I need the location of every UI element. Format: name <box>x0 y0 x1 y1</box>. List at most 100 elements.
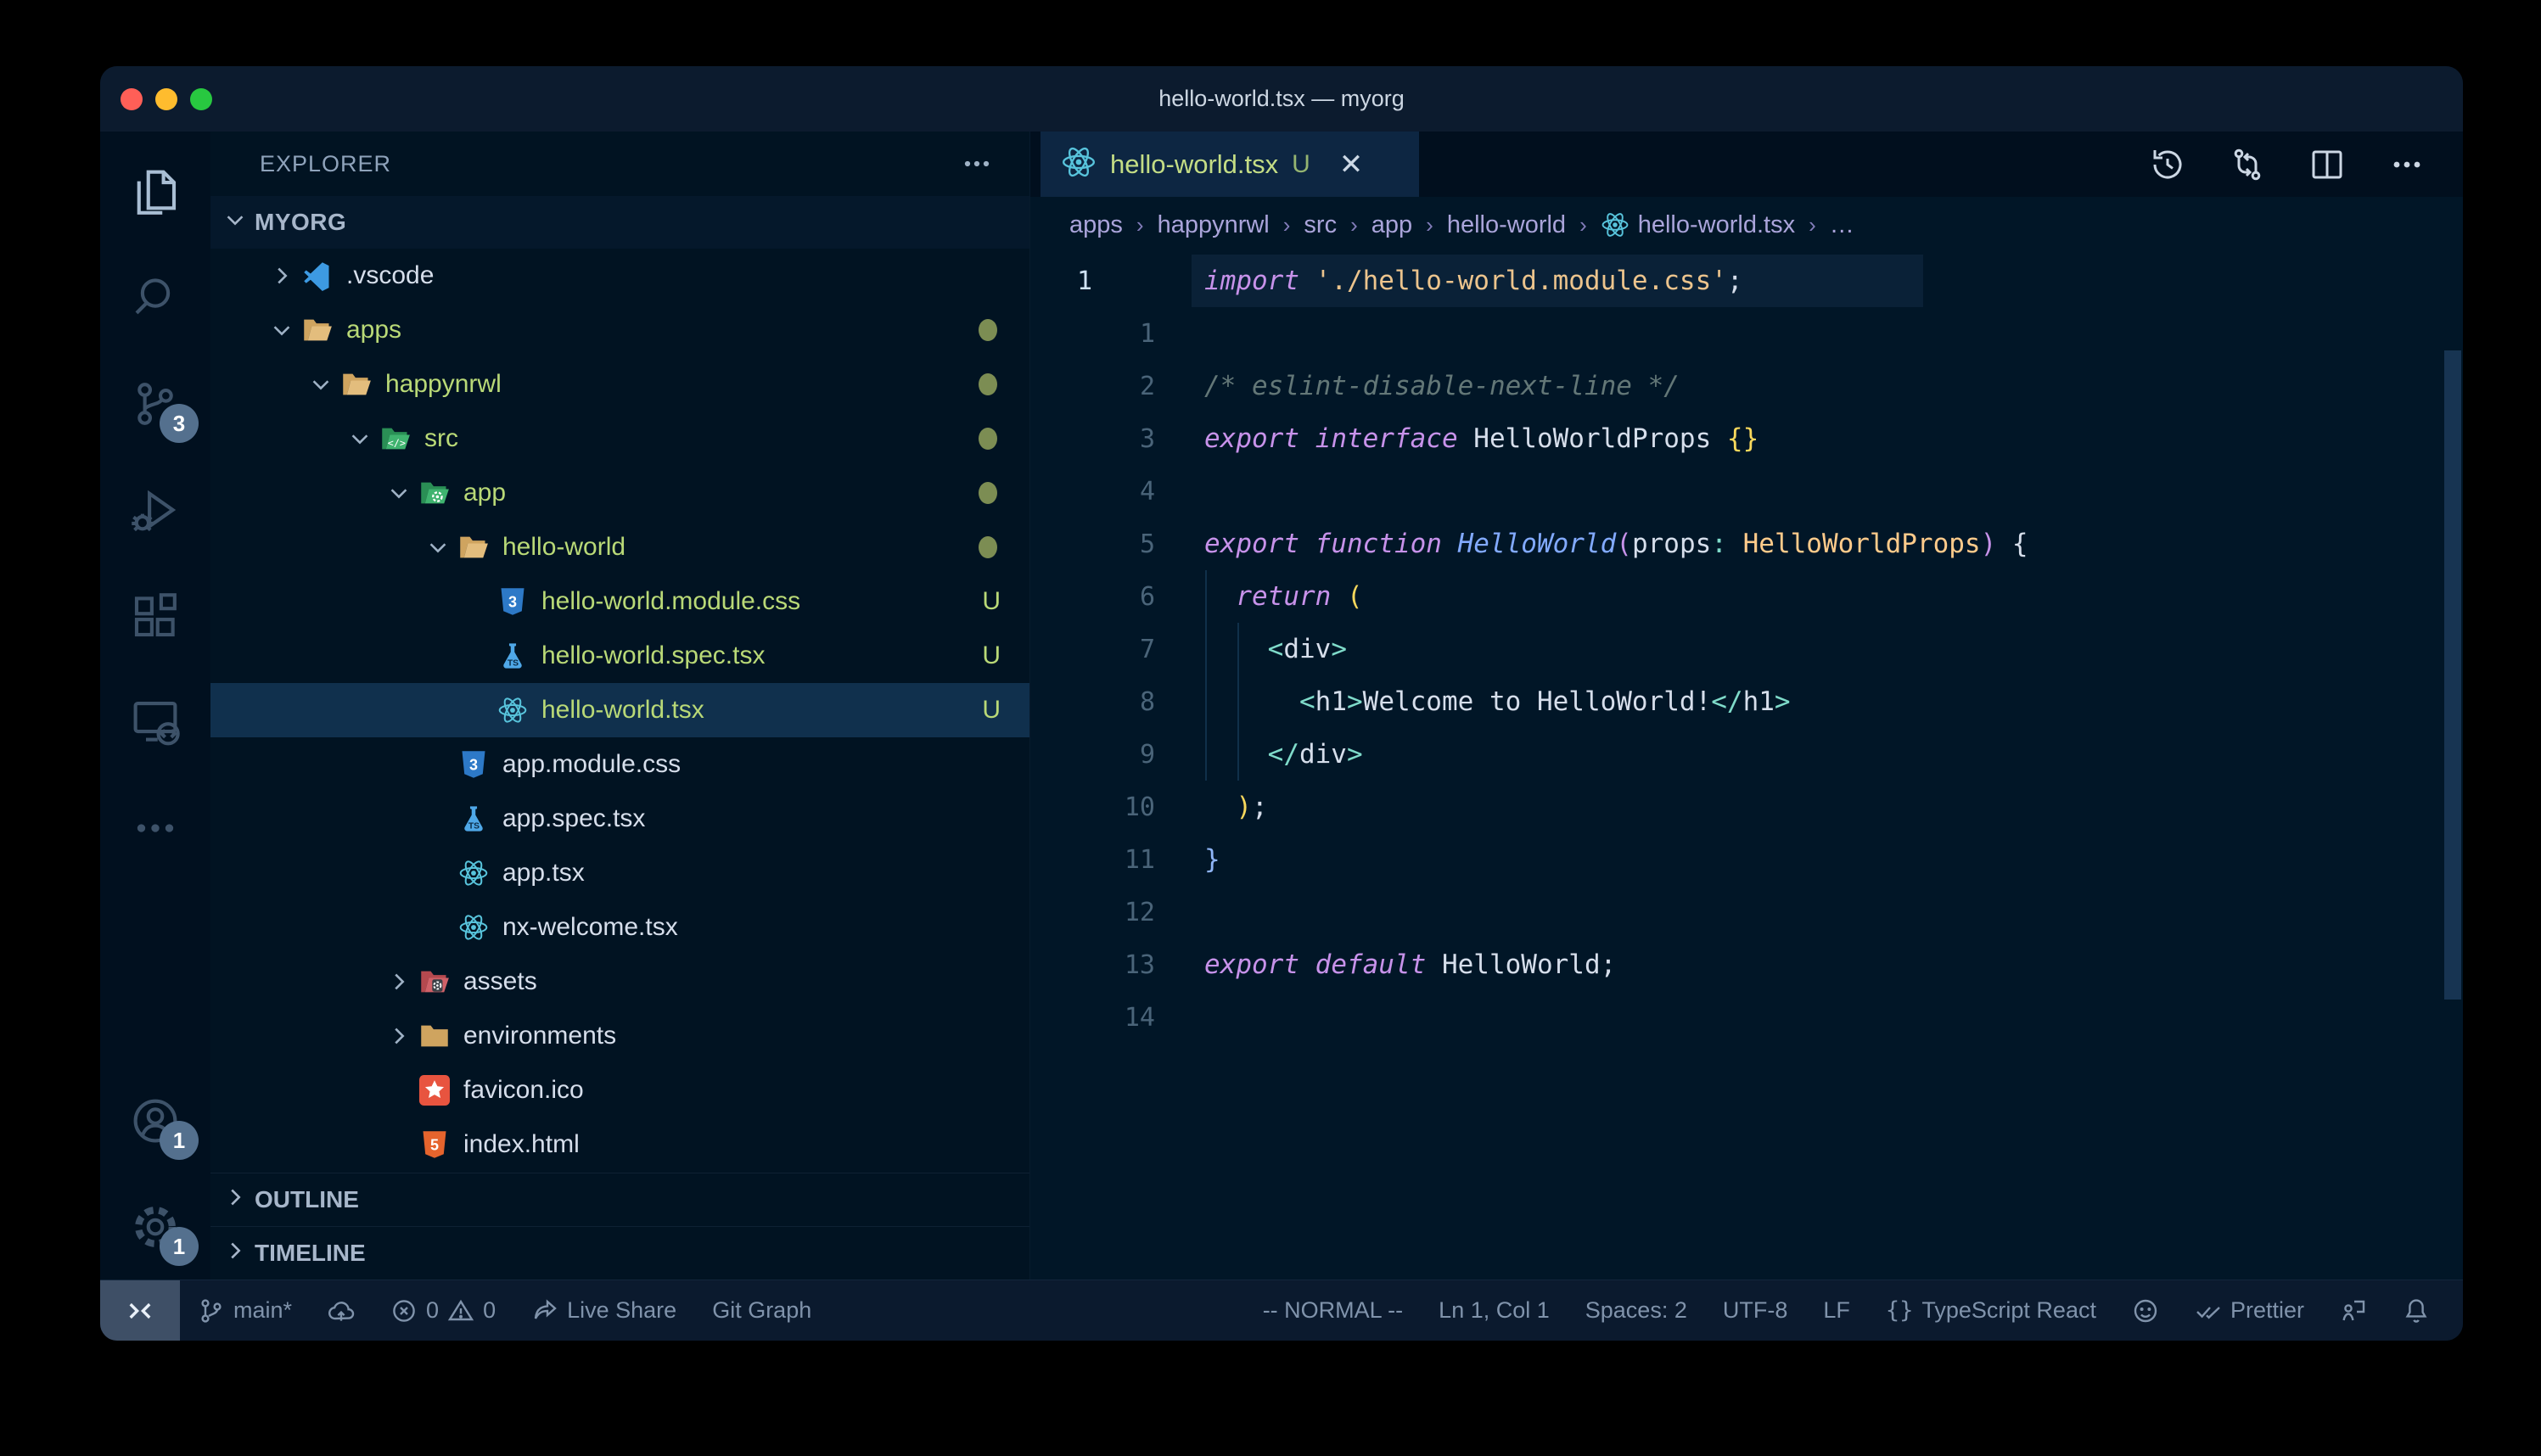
tree-item-happynrwl[interactable]: happynrwl <box>210 357 1029 412</box>
open-changes-button[interactable] <box>2227 144 2268 185</box>
tree-item-hello-world-tsx[interactable]: hello-world.tsxU <box>210 683 1029 737</box>
tree-item-hello-world[interactable]: hello-world <box>210 520 1029 574</box>
code-token <box>1204 739 1268 770</box>
workspace-section-header[interactable]: MYORG <box>210 196 1029 249</box>
tree-item-apps[interactable]: apps <box>210 303 1029 357</box>
code-token: h1 <box>1743 686 1775 717</box>
split-editor-button[interactable] <box>2307 144 2347 185</box>
views-and-more-actions-button[interactable] <box>958 145 996 182</box>
breadcrumb-item-hello-world-tsx[interactable]: hello-world.tsx <box>1601 210 1795 239</box>
code-token <box>1331 581 1347 612</box>
status-item-encoding[interactable]: UTF-8 <box>1705 1280 1806 1341</box>
code-token <box>1727 529 1743 559</box>
code-token: ; <box>1252 792 1268 822</box>
status-item-cursor-position[interactable]: Ln 1, Col 1 <box>1421 1280 1568 1341</box>
tree-item-nx-welcome-tsx[interactable]: nx-welcome.tsx <box>210 900 1029 955</box>
activity-more-actions-button[interactable] <box>100 775 210 881</box>
tab-hello-world-tsx[interactable]: hello-world.tsx U ✕ <box>1041 132 1419 197</box>
tree-item--vscode[interactable]: .vscode <box>210 249 1029 303</box>
tree-item-assets[interactable]: assets <box>210 955 1029 1009</box>
breadcrumb-item-src[interactable]: src <box>1304 211 1337 239</box>
code-editor[interactable]: 1import './hello-world.module.css';12/* … <box>1030 253 2463 1280</box>
activity-explorer-button[interactable] <box>100 138 210 244</box>
timeline-history-button[interactable] <box>2147 144 2188 185</box>
chevron-down-icon[interactable] <box>300 372 341 397</box>
activity-manage-settings-button[interactable]: 1 <box>100 1173 210 1280</box>
activity-extensions-button[interactable] <box>100 563 210 669</box>
status-item-git-graph[interactable]: Git Graph <box>694 1280 829 1341</box>
tree-item-favicon-ico[interactable]: favicon.ico <box>210 1063 1029 1117</box>
folder-open-icon <box>341 369 372 400</box>
status-item-github[interactable] <box>2114 1280 2177 1341</box>
chevron-right-icon[interactable] <box>261 263 302 288</box>
status-item-problems[interactable]: 00 <box>373 1280 513 1341</box>
chevron-right-icon[interactable] <box>379 1023 419 1049</box>
remote-indicator-button[interactable] <box>100 1280 180 1341</box>
breadcrumb-item-apps[interactable]: apps <box>1069 211 1123 239</box>
chevron-right-icon[interactable] <box>379 969 419 994</box>
check-double-icon <box>2195 1297 2222 1324</box>
activity-source-control-button[interactable]: 3 <box>100 350 210 456</box>
chevron-down-icon[interactable] <box>261 317 302 343</box>
code-line: 2/* eslint-disable-next-line */ <box>1030 360 2463 412</box>
tree-item-environments[interactable]: environments <box>210 1009 1029 1063</box>
breadcrumb-item--[interactable]: … <box>1830 211 1854 239</box>
chevron-down-icon[interactable] <box>418 535 458 560</box>
status-group-left: main* 00Live ShareGit Graph <box>180 1280 829 1341</box>
code-token <box>1299 529 1315 559</box>
code-token: div <box>1299 739 1347 770</box>
more-actions-button[interactable] <box>2387 144 2427 185</box>
svg-text:TS: TS <box>508 659 519 669</box>
status-label: 0 <box>483 1297 496 1324</box>
tree-item-app-tsx[interactable]: app.tsx <box>210 846 1029 900</box>
status-item-language-mode[interactable]: {}TypeScript React <box>1868 1280 2114 1341</box>
activity-remote-explorer-button[interactable] <box>100 669 210 775</box>
code-line: 14 <box>1030 991 2463 1044</box>
code-token: > <box>1347 686 1363 717</box>
code-token: import <box>1204 266 1299 296</box>
section-timeline[interactable]: TIMELINE <box>210 1226 1029 1280</box>
tree-item-index-html[interactable]: 5index.html <box>210 1117 1029 1172</box>
activity-accounts-button[interactable]: 1 <box>100 1067 210 1173</box>
status-item-feedback[interactable] <box>2322 1280 2385 1341</box>
status-item-eol[interactable]: LF <box>1805 1280 1868 1341</box>
breadcrumb-item-app[interactable]: app <box>1371 211 1412 239</box>
status-item-live-share[interactable]: Live Share <box>513 1280 694 1341</box>
close-window-button[interactable] <box>121 88 143 110</box>
tree-item-app-spec-tsx[interactable]: TSapp.spec.tsx <box>210 792 1029 846</box>
tree-item-app-module-css[interactable]: 3app.module.css <box>210 737 1029 792</box>
line-number: 2 <box>1030 372 1155 401</box>
chevron-down-icon[interactable] <box>339 426 380 451</box>
breadcrumb-item-happynrwl[interactable]: happynrwl <box>1158 211 1270 239</box>
status-item-git-branch[interactable]: main* <box>180 1280 310 1341</box>
react-icon <box>458 858 489 888</box>
zoom-window-button[interactable] <box>190 88 212 110</box>
status-item-notifications[interactable] <box>2385 1280 2448 1341</box>
code-token: {} <box>1727 423 1759 454</box>
code-line: 11} <box>1030 833 2463 886</box>
tree-item-src[interactable]: </>src <box>210 412 1029 466</box>
status-item-prettier[interactable]: Prettier <box>2177 1280 2322 1341</box>
tree-item-app[interactable]: app <box>210 466 1029 520</box>
status-label: TypeScript React <box>1921 1297 2096 1324</box>
tree-item-hello-world-spec-tsx[interactable]: TShello-world.spec.tsxU <box>210 629 1029 683</box>
tree-item-hello-world-module-css[interactable]: 3hello-world.module.cssU <box>210 574 1029 629</box>
activity-run-and-debug-button[interactable] <box>100 456 210 563</box>
folder-open-icon <box>458 532 489 563</box>
tree-item-label: index.html <box>463 1130 1029 1159</box>
activity-search-button[interactable] <box>100 244 210 350</box>
test-icon: TS <box>497 641 528 671</box>
status-item-sync-changes[interactable] <box>310 1280 373 1341</box>
section-outline[interactable]: OUTLINE <box>210 1173 1029 1226</box>
breadcrumb-item-hello-world[interactable]: hello-world <box>1447 211 1566 239</box>
code-token <box>1299 266 1315 296</box>
line-number: 1 <box>1030 319 1155 349</box>
status-item-vim-mode[interactable]: -- NORMAL -- <box>1245 1280 1421 1341</box>
minimize-window-button[interactable] <box>155 88 177 110</box>
close-tab-icon[interactable]: ✕ <box>1339 148 1364 182</box>
status-label: main* <box>233 1297 292 1324</box>
react-icon <box>497 695 528 725</box>
status-item-indentation[interactable]: Spaces: 2 <box>1568 1280 1705 1341</box>
chevron-down-icon[interactable] <box>379 480 419 506</box>
editor-scrollbar[interactable] <box>2444 350 2461 1000</box>
